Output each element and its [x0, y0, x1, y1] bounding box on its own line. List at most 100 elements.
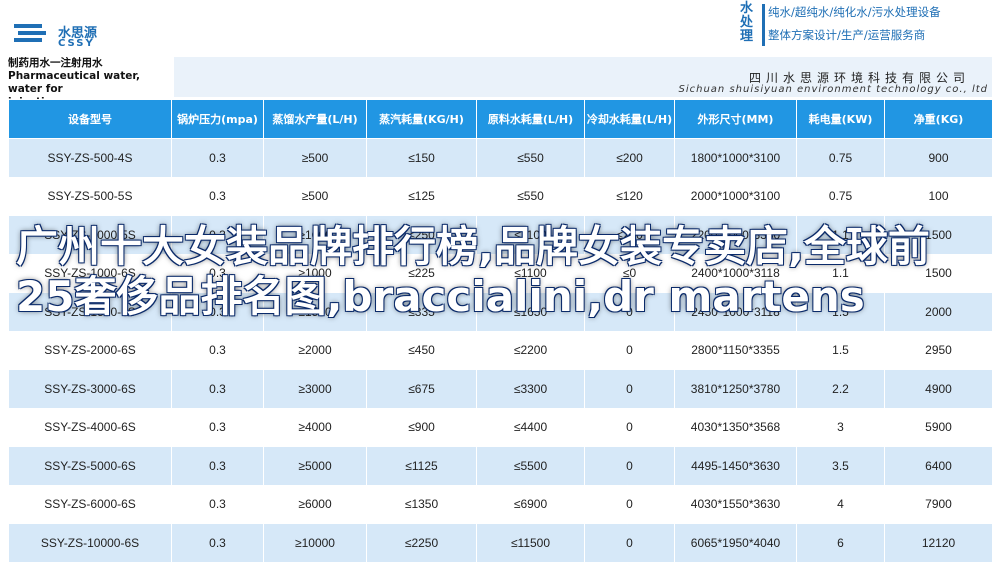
column-header: 外形尺寸(MM)	[674, 99, 797, 139]
table-cell: 3	[796, 407, 885, 447]
table-cell: ≥6000	[263, 484, 367, 524]
product-title-cn: 制药用水一注射用水	[8, 57, 103, 69]
logo-text-en: CSSY	[58, 38, 95, 49]
table-cell: ≤2250	[366, 523, 477, 563]
table-cell: 1800*1000*3100	[674, 138, 797, 178]
table-cell: ≥5000	[263, 446, 367, 486]
table-cell: ≥500	[263, 138, 367, 178]
model-cell: SSY-ZS-500-5S	[8, 176, 172, 216]
table-cell: ≤200	[584, 138, 675, 178]
table-cell: 6065*1950*4040	[674, 523, 797, 563]
table-cell: 5900	[884, 407, 993, 447]
table-row: SSY-ZS-2000-6S 0.3 ≥2000 ≤450 ≤2200 0 2800*115…	[8, 330, 993, 370]
table-cell: 0.75	[796, 176, 885, 216]
table-cell: 0	[584, 369, 675, 409]
table-cell: ≤125	[366, 176, 477, 216]
table-cell: 2000*1000*3100	[674, 176, 797, 216]
table-row: SSY-ZS-10000-6S 0.3 ≥10000 ≤2250 ≤11500 0 6065…	[8, 523, 993, 563]
table-cell: ≤150	[366, 138, 477, 178]
table-cell: ≤11500	[476, 523, 585, 563]
column-header: 冷却水耗量(L/H)	[584, 99, 675, 139]
tagline-line-1: 纯水/超纯水/纯化水/污水处理设备	[768, 5, 941, 19]
table-cell: ≤550	[476, 176, 585, 216]
tagline-line-2: 整体方案设计/生产/运营服务商	[768, 28, 926, 42]
table-cell: 0.3	[171, 138, 264, 178]
spec-table: 设备型号 锅炉压力(mpa) 蒸馏水产量(L/H) 蒸汽耗量(KG/H) 原料水…	[8, 99, 993, 563]
table-cell: ≤550	[476, 138, 585, 178]
column-header: 耗电量(KW)	[796, 99, 885, 139]
table-cell: 1.5	[796, 330, 885, 370]
product-title-en-1: Pharmaceutical water, water for	[8, 70, 141, 95]
table-cell: 0.3	[171, 176, 264, 216]
table-cell: ≤450	[366, 330, 477, 370]
table-cell: 0	[584, 484, 675, 524]
company-logo: 水思源 CSSY	[14, 18, 174, 49]
table-cell: 4030*1550*3630	[674, 484, 797, 524]
table-cell: ≥3000	[263, 369, 367, 409]
table-cell: 0.3	[171, 369, 264, 409]
column-header: 设备型号	[8, 99, 172, 139]
table-cell: ≤1350	[366, 484, 477, 524]
tagline-big: 水处理	[740, 1, 754, 44]
table-cell: ≤4400	[476, 407, 585, 447]
column-header: 蒸馏水产量(L/H)	[263, 99, 367, 139]
model-cell: SSY-ZS-500-4S	[8, 138, 172, 178]
company-band: 制药用水一注射用水 Pharmaceutical water, water fo…	[8, 57, 992, 108]
column-header: 锅炉压力(mpa)	[171, 99, 264, 139]
column-header: 蒸汽耗量(KG/H)	[366, 99, 477, 139]
table-cell: ≥4000	[263, 407, 367, 447]
table-cell: 4900	[884, 369, 993, 409]
table-cell: ≤675	[366, 369, 477, 409]
table-cell: 0.75	[796, 138, 885, 178]
table-cell: 4030*1350*3568	[674, 407, 797, 447]
table-cell: ≥10000	[263, 523, 367, 563]
model-cell: SSY-ZS-2000-6S	[8, 330, 172, 370]
tagline-divider	[762, 4, 765, 46]
table-cell: ≥500	[263, 176, 367, 216]
header-tagline: 水处理 纯水/超纯水/纯化水/污水处理设备 整体方案设计/生产/运营服务商	[738, 0, 1000, 50]
table-cell: 0.3	[171, 484, 264, 524]
table-cell: 6	[796, 523, 885, 563]
table-cell: 4495-1450*3630	[674, 446, 797, 486]
table-cell: ≥2000	[263, 330, 367, 370]
table-header-row: 设备型号 锅炉压力(mpa) 蒸馏水产量(L/H) 蒸汽耗量(KG/H) 原料水…	[8, 99, 993, 139]
table-row: SSY-ZS-3000-6S 0.3 ≥3000 ≤675 ≤3300 0 3810*125…	[8, 369, 993, 409]
table-cell: ≤900	[366, 407, 477, 447]
table-cell: 2950	[884, 330, 993, 370]
table-row: SSY-ZS-500-5S 0.3 ≥500 ≤125 ≤550 ≤120 2000*100…	[8, 176, 993, 216]
table-cell: 3.5	[796, 446, 885, 486]
table-row: SSY-ZS-4000-6S 0.3 ≥4000 ≤900 ≤4400 0 4030*135…	[8, 407, 993, 447]
model-cell: SSY-ZS-6000-6S	[8, 484, 172, 524]
overlay-title: 广州十大女装品牌排行榜,品牌女装专卖店,全球前25奢侈品排名图,braccial…	[16, 222, 930, 321]
model-cell: SSY-ZS-3000-6S	[8, 369, 172, 409]
company-name-en: Sichuan shuisiyuan environment technolog…	[678, 84, 988, 95]
column-header: 净重(KG)	[884, 99, 993, 139]
table-cell: 0.3	[171, 330, 264, 370]
table-row: SSY-ZS-500-4S 0.3 ≥500 ≤150 ≤550 ≤200 1800*100…	[8, 138, 993, 178]
table-body: SSY-ZS-500-4S 0.3 ≥500 ≤150 ≤550 ≤200 1800*100…	[8, 138, 993, 563]
model-cell: SSY-ZS-4000-6S	[8, 407, 172, 447]
table-cell: 0	[584, 330, 675, 370]
table-cell: 900	[884, 138, 993, 178]
company-info: 四川水思源环境科技有限公司 Sichuan shuisiyuan environ…	[174, 57, 992, 97]
table-cell: ≤6900	[476, 484, 585, 524]
table-cell: 7900	[884, 484, 993, 524]
water-logo-icon	[14, 24, 46, 42]
table-cell: 0.3	[171, 446, 264, 486]
table-row: SSY-ZS-6000-6S 0.3 ≥6000 ≤1350 ≤6900 0 4030*15…	[8, 484, 993, 524]
table-cell: 6400	[884, 446, 993, 486]
table-cell: ≤5500	[476, 446, 585, 486]
product-title: 制药用水一注射用水 Pharmaceutical water, water fo…	[8, 57, 171, 108]
table-cell: 100	[884, 176, 993, 216]
table-cell: ≤120	[584, 176, 675, 216]
table-cell: 0	[584, 407, 675, 447]
table-cell: 0.3	[171, 407, 264, 447]
table-row: SSY-ZS-5000-6S 0.3 ≥5000 ≤1125 ≤5500 0 4495-14…	[8, 446, 993, 486]
table-cell: 3810*1250*3780	[674, 369, 797, 409]
model-cell: SSY-ZS-5000-6S	[8, 446, 172, 486]
table-cell: ≤3300	[476, 369, 585, 409]
table-cell: 2.2	[796, 369, 885, 409]
model-cell: SSY-ZS-10000-6S	[8, 523, 172, 563]
table-cell: 0	[584, 523, 675, 563]
table-cell: 2800*1150*3355	[674, 330, 797, 370]
